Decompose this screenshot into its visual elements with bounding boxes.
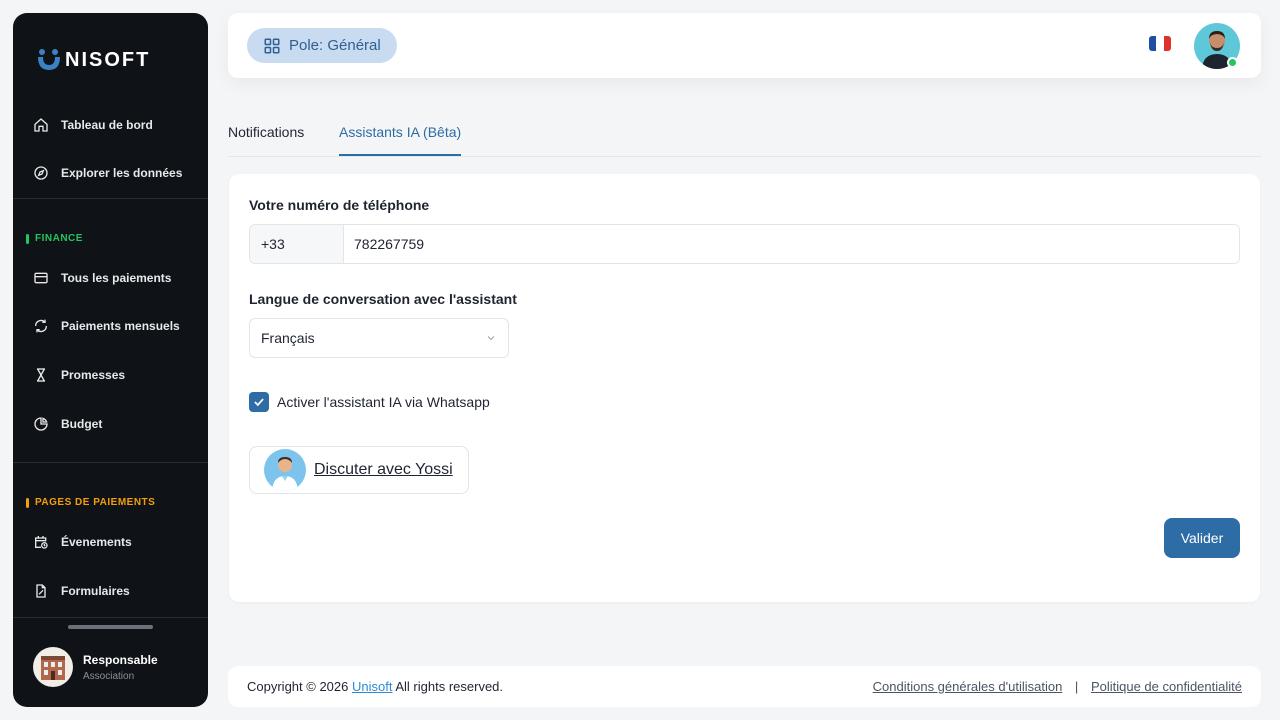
chat-with-yossi-button[interactable]: Discuter avec Yossi [249,446,469,494]
copyright-suffix: All rights reserved. [395,679,504,694]
phone-prefix[interactable]: +33 [250,225,344,263]
refresh-icon [34,319,48,333]
language-select[interactable]: Français [249,318,509,358]
sidebar-scrollbar[interactable] [68,625,153,629]
association-avatar [33,647,73,687]
assistant-settings-card: Votre numéro de téléphone +33 Langue de … [229,174,1260,602]
yossi-avatar [264,449,306,491]
tab-notifications[interactable]: Notifications [228,124,304,156]
checkmark-icon [254,398,264,407]
credit-card-icon [34,272,48,284]
pole-label: Pole: Général [289,37,381,54]
copyright-prefix: Copyright © 2026 [247,679,349,694]
footer: Copyright © 2026 Unisoft All rights rese… [228,666,1261,707]
logo[interactable]: NISOFT [37,43,150,77]
sidebar-item-dashboard[interactable]: Tableau de bord [33,110,203,140]
home-icon [34,118,48,132]
language-label: Langue de conversation avec l'assistant [249,291,517,307]
section-payment-pages: PAGES DE PAIEMENTS [26,497,155,508]
footer-separator: | [1074,679,1079,694]
sidebar-item-events[interactable]: Évenements [33,527,203,557]
user-info: Responsable Association [83,653,158,682]
compass-icon [34,166,48,180]
whatsapp-option: Activer l'assistant IA via Whatsapp [249,392,490,412]
unisoft-logo-icon [38,49,60,70]
sidebar-item-label: Paiements mensuels [61,319,180,333]
chevron-down-icon [487,336,495,341]
terms-link[interactable]: Conditions générales d'utilisation [873,679,1063,694]
chat-button-label: Discuter avec Yossi [314,461,453,478]
sidebar-divider [13,462,208,463]
sidebar-item-budget[interactable]: Budget [33,409,203,439]
sidebar-divider [13,198,208,199]
submit-button[interactable]: Valider [1164,518,1240,558]
language-value: Français [261,330,315,346]
section-marker [26,497,29,508]
calendar-clock-icon [35,536,48,549]
copyright: Copyright © 2026 Unisoft All rights rese… [247,679,503,694]
sidebar-item-all-payments[interactable]: Tous les paiements [33,263,203,293]
sidebar-item-forms[interactable]: Formulaires [33,576,203,606]
sidebar-item-label: Promesses [61,368,126,382]
sidebar-item-promises[interactable]: Promesses [33,360,203,390]
pie-chart-icon [34,417,48,431]
user-role: Association [83,670,135,682]
sidebar-item-label: Tableau de bord [61,118,153,132]
privacy-link[interactable]: Politique de confidentialité [1091,679,1242,694]
hourglass-icon [37,368,45,382]
sidebar: NISOFT Tableau de bord Explorer les donn… [13,13,208,707]
sidebar-item-label: Tous les paiements [61,271,172,285]
phone-field: +33 [249,224,1240,264]
section-marker [26,233,29,244]
sidebar-divider [13,617,208,618]
grid-icon [264,38,280,53]
online-status-dot [1227,57,1238,68]
user-name: Responsable [83,652,158,667]
top-header: Pole: Général [228,13,1261,78]
tab-ai-assistants[interactable]: Assistants IA (Bêta) [339,124,462,156]
sidebar-item-monthly-payments[interactable]: Paiements mensuels [33,311,203,341]
form-icon [36,584,46,598]
sidebar-item-label: Explorer les données [61,166,183,180]
logo-text: NISOFT [65,48,151,71]
assistant-avatar-icon [272,457,298,491]
whatsapp-checkbox[interactable] [249,392,269,412]
settings-tabs: Notifications Assistants IA (Bêta) [228,124,1261,157]
sidebar-item-explore[interactable]: Explorer les données [33,158,203,188]
user-profile[interactable]: Responsable Association [33,647,158,687]
sidebar-item-label: Formulaires [61,584,130,598]
france-flag-icon[interactable] [1149,36,1171,51]
phone-input[interactable] [344,225,1239,263]
whatsapp-label[interactable]: Activer l'assistant IA via Whatsapp [277,394,490,410]
sidebar-item-label: Budget [61,417,103,431]
footer-links: Conditions générales d'utilisation | Pol… [873,679,1242,694]
phone-label: Votre numéro de téléphone [249,197,430,213]
section-title: FINANCE [35,233,83,244]
pole-selector-button[interactable]: Pole: Général [247,28,397,63]
section-title: PAGES DE PAIEMENTS [35,497,156,508]
sidebar-item-label: Évenements [61,535,132,549]
building-icon [41,656,65,680]
company-link[interactable]: Unisoft [352,679,392,694]
section-finance: FINANCE [26,233,83,244]
